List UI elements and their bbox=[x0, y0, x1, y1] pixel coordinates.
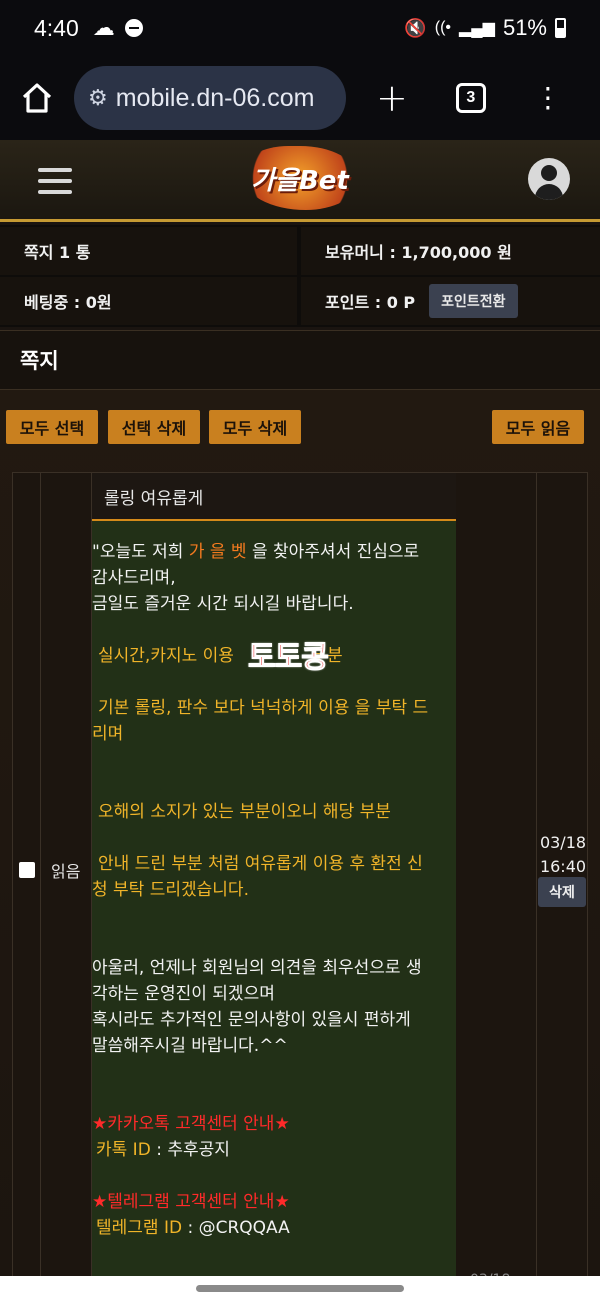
site-header: 가을Bet bbox=[0, 140, 600, 222]
home-gesture-handle[interactable] bbox=[196, 1285, 404, 1292]
tab-switcher-button[interactable]: 3 bbox=[455, 83, 486, 113]
status-column: 읽음 bbox=[41, 473, 92, 1281]
page-title: 쪽지 bbox=[0, 330, 600, 390]
site-logo[interactable]: 가을Bet bbox=[232, 146, 368, 210]
read-all-button[interactable]: 모두 읽음 bbox=[492, 410, 584, 444]
select-all-button[interactable]: 모두 선택 bbox=[6, 410, 98, 444]
logo-text: 가을Bet bbox=[251, 165, 349, 196]
delete-message-button[interactable]: 삭제 bbox=[538, 877, 586, 907]
status-time: 4:40 bbox=[34, 14, 79, 41]
delete-selected-button[interactable]: 선택 삭제 bbox=[108, 410, 200, 444]
battery-icon bbox=[555, 18, 566, 38]
points: 포인트 : 0 P 포인트전환 bbox=[301, 277, 600, 325]
dnd-icon bbox=[124, 19, 143, 37]
signal-icon: ▂▄▆ bbox=[459, 20, 495, 37]
message-content[interactable]: 롤링 여유롭게 "오늘도 저희 가 을 벳 을 찾아주셔서 진심으로 감사드리며… bbox=[92, 473, 456, 1281]
user-avatar-icon[interactable] bbox=[528, 158, 570, 200]
balance: 보유머니 : 1,700,000 원 bbox=[301, 227, 600, 275]
message-table: 읽음 롤링 여유롭게 "오늘도 저희 가 을 벳 을 찾아주셔서 진심으로 감사… bbox=[12, 472, 588, 1282]
read-status: 읽음 bbox=[51, 862, 81, 881]
cloud-icon: ☁ bbox=[92, 15, 115, 41]
betting-amount: 베팅중 : 0원 bbox=[0, 277, 297, 325]
url-text: mobile.dn-06.com bbox=[115, 83, 315, 112]
new-tab-icon[interactable]: + bbox=[376, 76, 408, 120]
wifi-icon: ((• bbox=[434, 19, 451, 36]
home-icon[interactable] bbox=[20, 81, 54, 115]
convert-points-button[interactable]: 포인트전환 bbox=[429, 284, 518, 318]
message-count[interactable]: 쪽지 1 통 bbox=[0, 227, 297, 275]
more-menu-icon[interactable]: ⋮ bbox=[534, 84, 562, 112]
hamburger-menu-icon[interactable] bbox=[38, 168, 72, 201]
site-settings-icon[interactable]: ⚙ bbox=[88, 85, 108, 111]
message-date: 03/18 16:40 bbox=[539, 833, 587, 876]
status-bar: 4:40 ☁ 🔇 ((• ▂▄▆ 51% bbox=[0, 0, 600, 56]
browser-toolbar: ⚙ mobile.dn-06.com + 3 ⋮ bbox=[0, 56, 600, 140]
watermark: 토토콩 bbox=[248, 640, 330, 676]
gesture-nav-bar bbox=[0, 1276, 600, 1301]
checkbox-column bbox=[13, 473, 41, 1281]
spacer-column bbox=[456, 473, 537, 1281]
message-body: "오늘도 저희 가 을 벳 을 찾아주셔서 진심으로 감사드리며, 금일도 즐거… bbox=[92, 542, 429, 1238]
message-checkbox[interactable] bbox=[19, 862, 35, 878]
url-bar[interactable]: ⚙ mobile.dn-06.com bbox=[74, 66, 346, 130]
battery-text: 51% bbox=[502, 15, 547, 40]
mute-icon: 🔇 bbox=[404, 17, 427, 38]
account-info-panel: 쪽지 1 통 보유머니 : 1,700,000 원 베팅중 : 0원 포인트 :… bbox=[0, 225, 600, 327]
delete-all-button[interactable]: 모두 삭제 bbox=[209, 410, 301, 444]
message-title[interactable]: 롤링 여유롭게 bbox=[92, 473, 456, 521]
